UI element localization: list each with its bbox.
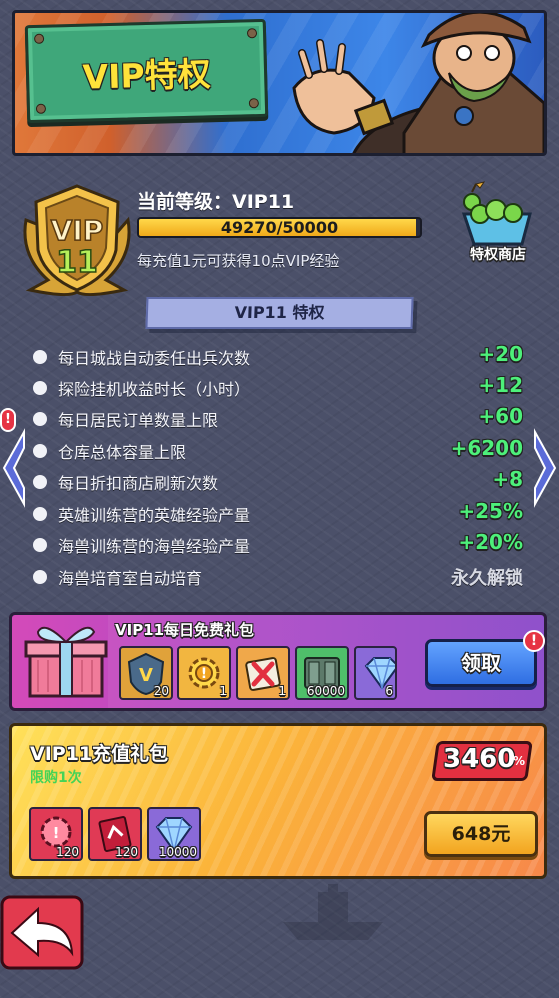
discount-value: 3460 <box>443 744 516 774</box>
reward-slot[interactable]: 1 <box>236 646 290 700</box>
privilege-row: 每日城战自动委任出兵次数 +20 <box>33 342 523 372</box>
privilege-value: +20% <box>458 530 523 554</box>
vip-xp-progress-bar: 49270/50000 <box>137 217 422 238</box>
bullet-icon <box>33 444 47 458</box>
bullet-icon <box>33 381 47 395</box>
bullet-icon <box>33 538 47 552</box>
privilege-label: 探险挂机收益时长（小时） <box>58 380 251 399</box>
privilege-row: 每日居民订单数量上限 +60 <box>33 404 523 434</box>
page-title: VIP特权 <box>82 54 212 97</box>
reward-slot[interactable]: V 20 <box>119 646 173 700</box>
side-alert-badge: ! <box>0 408 16 432</box>
recharge-pack-title: VIP11充值礼包 <box>30 743 169 765</box>
discount-percent-sign: % <box>513 754 526 768</box>
gift-box-icon <box>24 626 108 698</box>
privilege-label: 每日城战自动委任出兵次数 <box>58 349 251 368</box>
privileges-header: VIP11 特权 <box>145 297 414 329</box>
privilege-row: 英雄训练营的英雄经验产量 +25% <box>33 499 523 529</box>
bullet-icon <box>33 507 47 521</box>
privilege-row: 海兽训练营的海兽经验产量 +20% <box>33 530 523 560</box>
title-board: VIP特权 <box>24 18 269 124</box>
reward-count: 20 <box>153 684 169 698</box>
reward-slot[interactable]: 6 <box>354 646 397 700</box>
privilege-value: +8 <box>492 467 523 491</box>
svg-text:V: V <box>139 665 153 686</box>
privilege-row: 仓库总体容量上限 +6200 <box>33 436 523 466</box>
bullet-icon <box>33 475 47 489</box>
privilege-label: 英雄训练营的英雄经验产量 <box>58 506 251 525</box>
prev-level-arrow-icon[interactable] <box>0 428 28 508</box>
reward-slot[interactable]: 60000 <box>295 646 349 700</box>
current-level-label: 当前等级：VIP11 <box>137 191 295 213</box>
privilege-label: 海兽训练营的海兽经验产量 <box>58 537 251 556</box>
pack-item-count: 120 <box>56 845 79 859</box>
bullet-icon <box>33 350 47 364</box>
reward-count: 6 <box>385 684 393 698</box>
privilege-value: +20 <box>478 342 523 366</box>
bullet-icon <box>33 412 47 426</box>
claim-alert-badge: ! <box>523 630 545 652</box>
reward-count: 60000 <box>306 684 345 698</box>
svg-text:!: ! <box>53 824 60 842</box>
vip-badge-text: VIP <box>51 214 104 247</box>
vip-badge-level: 11 <box>56 245 98 280</box>
vip-xp-hint: 每充值1元可获得10点VIP经验 <box>137 252 340 270</box>
claim-button[interactable]: 领取 <box>425 639 537 687</box>
privilege-value: +12 <box>478 373 523 397</box>
pack-item-count: 120 <box>115 845 138 859</box>
privilege-row: 海兽培育室自动培育 永久解锁 <box>33 562 523 592</box>
bullet-icon <box>33 570 47 584</box>
privilege-row: 探险挂机收益时长（小时） +12 <box>33 373 523 403</box>
privilege-label: 每日居民订单数量上限 <box>58 411 219 430</box>
privilege-value: +25% <box>458 499 523 523</box>
buy-price-button[interactable]: 648元 <box>424 811 538 857</box>
reward-count: 1 <box>278 684 286 698</box>
vip-level-badge-icon: VIP 11 <box>23 184 131 297</box>
back-arrow-icon[interactable] <box>0 895 84 970</box>
next-level-arrow-icon[interactable] <box>531 428 559 508</box>
ship-watermark-icon <box>283 884 383 940</box>
privilege-row: 每日折扣商店刷新次数 +8 <box>33 467 523 497</box>
pack-item-slot[interactable]: ! 120 <box>29 807 83 861</box>
privilege-value: 永久解锁 <box>451 568 523 589</box>
privilege-value: +60 <box>478 404 523 428</box>
privilege-label: 海兽培育室自动培育 <box>58 569 203 588</box>
reward-slot[interactable]: ! 1 <box>177 646 231 700</box>
pack-item-count: 10000 <box>158 845 197 859</box>
purchase-limit-label: 限购1次 <box>30 770 82 786</box>
pack-item-slot[interactable]: 10000 <box>147 807 201 861</box>
svg-text:!: ! <box>201 666 207 682</box>
pack-item-slot[interactable]: 120 <box>88 807 142 861</box>
privilege-shop-label[interactable]: 特权商店 <box>456 244 540 264</box>
daily-gift-title: VIP11每日免费礼包 <box>115 621 255 639</box>
privilege-label: 仓库总体容量上限 <box>58 443 187 462</box>
reward-count: 1 <box>219 684 227 698</box>
vip-xp-text: 49270/50000 <box>220 218 339 237</box>
privilege-label: 每日折扣商店刷新次数 <box>58 474 219 493</box>
privilege-value: +6200 <box>450 436 523 460</box>
pirate-character-illustration <box>292 13 544 153</box>
